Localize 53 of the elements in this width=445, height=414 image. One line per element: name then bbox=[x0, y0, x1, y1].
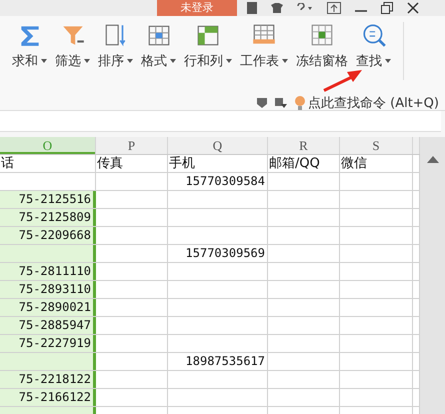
scroll-up-icon[interactable] bbox=[426, 155, 438, 163]
table-cell: 微信 bbox=[341, 156, 367, 171]
ribbon-button[interactable]: 排序 bbox=[98, 52, 133, 70]
caret-icon[interactable] bbox=[127, 59, 133, 63]
ribbon-button[interactable]: 求和 bbox=[12, 52, 47, 70]
table-cell[interactable]: 75-2166122 bbox=[0, 389, 96, 406]
table-cell: 15770309569 bbox=[186, 246, 265, 260]
lightbulb-icon bbox=[294, 96, 305, 110]
table-cell[interactable]: 75-2890021 bbox=[0, 299, 96, 316]
table-cell: 传真 bbox=[97, 156, 123, 171]
table-cell[interactable]: 75-2227919 bbox=[0, 335, 96, 352]
upload-icon[interactable] bbox=[327, 2, 341, 14]
caret-icon[interactable] bbox=[41, 59, 47, 63]
table-cell[interactable]: 75-2125809 bbox=[0, 209, 96, 226]
ribbon-button[interactable]: 冻结窗格 bbox=[296, 52, 348, 70]
column-header[interactable]: P bbox=[96, 137, 168, 154]
column-header[interactable]: S bbox=[340, 137, 413, 154]
caret-icon[interactable] bbox=[282, 59, 288, 63]
close-icon[interactable] bbox=[407, 2, 419, 14]
caret-icon[interactable] bbox=[385, 59, 391, 63]
table-cell[interactable] bbox=[0, 353, 96, 370]
caret-icon[interactable] bbox=[226, 59, 232, 63]
caret-icon[interactable] bbox=[170, 59, 176, 63]
table-cell: 15770309584 bbox=[186, 174, 265, 188]
column-header[interactable]: Q bbox=[168, 137, 268, 154]
table-cell[interactable]: 75-2885947 bbox=[0, 317, 96, 334]
table-cell: 手机 bbox=[169, 156, 195, 171]
table-cell[interactable] bbox=[0, 245, 96, 262]
ribbon-button[interactable]: 格式 bbox=[141, 52, 176, 70]
find-icon[interactable] bbox=[360, 22, 386, 48]
table-cell[interactable]: 75-2125516 bbox=[0, 191, 96, 208]
table-cell[interactable]: 75-2811110 bbox=[0, 263, 96, 280]
arrow-drawing bbox=[322, 70, 362, 92]
command-search-button[interactable]: 点此查找命令 (Alt+Q) bbox=[294, 94, 439, 112]
dropdown-icon[interactable] bbox=[274, 98, 287, 108]
ribbon-button[interactable]: 工作表 bbox=[240, 52, 288, 70]
ribbon-button[interactable]: 行和列 bbox=[184, 52, 232, 70]
ribbon-button[interactable]: 筛选 bbox=[55, 52, 90, 70]
table-cell: 邮箱/QQ bbox=[269, 156, 320, 171]
ribbon-button[interactable]: 查找 bbox=[356, 52, 391, 70]
table-cell[interactable]: 75-2209668 bbox=[0, 227, 96, 244]
help-icon[interactable] bbox=[297, 3, 313, 13]
restore-icon[interactable] bbox=[381, 2, 393, 14]
caret-icon[interactable] bbox=[84, 59, 90, 63]
table-cell: 话 bbox=[1, 156, 14, 171]
freeze-icon[interactable] bbox=[309, 22, 335, 48]
table-cell[interactable]: 75-2893110 bbox=[0, 281, 96, 298]
shield-icon[interactable] bbox=[256, 98, 267, 108]
column-header[interactable]: R bbox=[268, 137, 340, 154]
table-cell: 18987535617 bbox=[186, 354, 265, 368]
vertical-scrollbar[interactable] bbox=[420, 137, 445, 414]
shirt-icon[interactable] bbox=[271, 3, 283, 13]
table-cell[interactable]: 75-2218122 bbox=[0, 371, 96, 388]
